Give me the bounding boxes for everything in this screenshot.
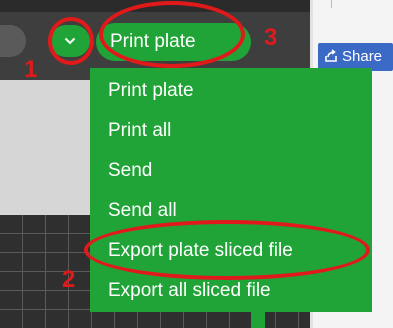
annotation-circle-toggle [48,17,94,65]
annotation-number-1: 1 [24,56,38,83]
share-icon [325,49,337,62]
annotation-number-3: 3 [264,24,278,51]
menu-shadow-stub [251,312,265,328]
annotation-number-2: 2 [62,266,76,293]
menu-item-send[interactable]: Send [90,152,372,192]
annotation-circle-export-item [84,220,370,280]
share-button-label: Share [342,48,383,65]
menu-item-print-all[interactable]: Print all [90,112,372,152]
share-button[interactable]: Share [318,43,393,71]
annotation-circle-print-button [99,1,245,68]
panel-edge-mark [331,0,332,8]
menu-item-print-plate[interactable]: Print plate [90,72,372,112]
